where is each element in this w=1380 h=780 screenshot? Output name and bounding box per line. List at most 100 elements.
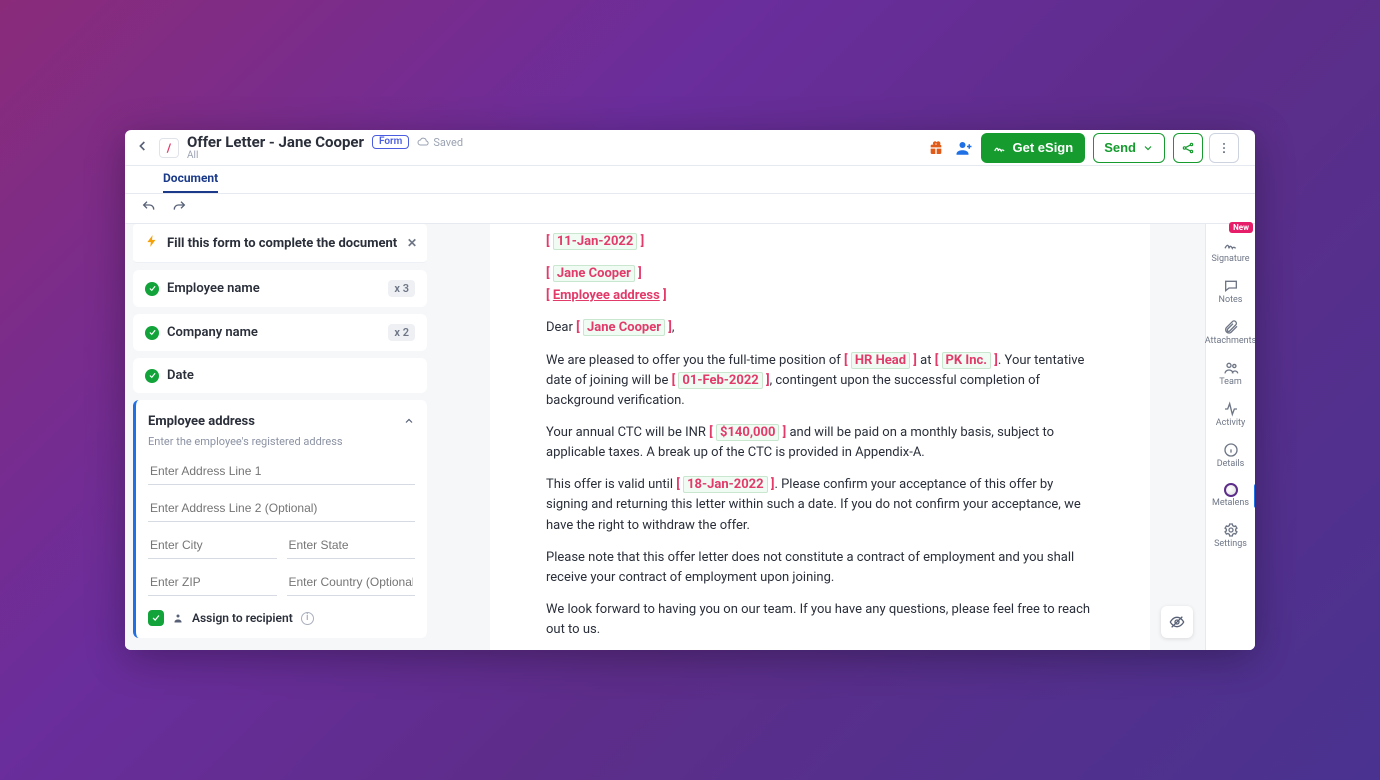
address-subtitle: Enter the employee's registered address [148, 435, 415, 448]
document-title: Offer Letter - Jane Cooper [187, 135, 364, 150]
right-rail: New Signature Notes Attachments Team [1205, 224, 1255, 650]
country-input[interactable] [287, 569, 416, 596]
app-header: / Offer Letter - Jane Cooper Form Saved … [125, 130, 1255, 166]
token-valid-until[interactable]: 18-Jan-2022 [683, 476, 768, 493]
gift-icon[interactable] [925, 137, 947, 159]
banner-text: Fill this form to complete the document [167, 236, 397, 251]
add-user-icon[interactable] [953, 137, 975, 159]
preview-toggle-button[interactable] [1161, 606, 1193, 638]
tab-document[interactable]: Document [163, 171, 218, 193]
rail-label: Details [1217, 459, 1245, 469]
address-card: Employee address Enter the employee's re… [133, 400, 427, 638]
back-button[interactable] [135, 138, 153, 158]
activity-icon [1223, 401, 1239, 417]
token-join-date[interactable]: 01-Feb-2022 [678, 372, 762, 389]
signature-icon [1223, 237, 1239, 253]
document-viewport[interactable]: [ 11-Jan-2022 ] [ Jane Cooper ] [ Employ… [435, 224, 1205, 650]
app-window: / Offer Letter - Jane Cooper Form Saved … [125, 130, 1255, 650]
field-date[interactable]: Date [133, 358, 427, 393]
body-text: Your annual CTC will be INR [546, 425, 709, 440]
check-icon [145, 369, 159, 383]
rail-settings[interactable]: Settings [1206, 515, 1255, 556]
rail-accent [1254, 484, 1255, 508]
gear-icon [1223, 522, 1239, 538]
token-employee-address[interactable]: Employee address [553, 288, 660, 303]
assign-row: Assign to recipient i [148, 610, 415, 626]
check-icon [145, 326, 159, 340]
token-date[interactable]: 11-Jan-2022 [553, 233, 638, 250]
signature-icon [993, 141, 1007, 155]
state-input[interactable] [287, 532, 416, 559]
info-icon[interactable]: i [301, 612, 314, 625]
redo-button[interactable] [171, 199, 187, 219]
body-text: This offer is valid until [546, 477, 676, 492]
get-esign-button[interactable]: Get eSign [981, 133, 1086, 163]
check-icon [145, 282, 159, 296]
rail-attachments[interactable]: Attachments [1206, 312, 1255, 353]
token-ctc[interactable]: $140,000 [716, 424, 779, 441]
chevron-down-icon [1142, 142, 1154, 154]
assign-checkbox[interactable] [148, 610, 164, 626]
city-input[interactable] [148, 532, 277, 559]
body-text: We are pleased to offer you the full-tim… [546, 353, 844, 368]
body-text: We look forward to having you on our tea… [546, 600, 1094, 640]
cloud-icon [417, 136, 429, 148]
rail-team[interactable]: Team [1206, 353, 1255, 394]
paperclip-icon [1223, 319, 1239, 335]
rail-activity[interactable]: Activity [1206, 394, 1255, 435]
body-text: Please note that this offer letter does … [546, 548, 1094, 588]
field-employee-name[interactable]: Employee name x 3 [133, 270, 427, 307]
token-role[interactable]: HR Head [851, 352, 910, 369]
rail-label: Signature [1211, 254, 1249, 264]
rail-label: Metalens [1212, 498, 1249, 508]
metalens-icon [1224, 483, 1238, 497]
send-button[interactable]: Send [1093, 133, 1165, 163]
send-label: Send [1104, 140, 1136, 155]
rail-details[interactable]: Details [1206, 435, 1255, 476]
toolbar [125, 194, 1255, 224]
share-icon [1181, 141, 1195, 155]
eye-off-icon [1169, 614, 1185, 630]
form-banner: Fill this form to complete the document … [133, 224, 427, 263]
zip-input[interactable] [148, 569, 277, 596]
field-label: Date [167, 368, 194, 383]
info-icon [1223, 442, 1239, 458]
field-count: x 2 [388, 324, 415, 341]
rail-signature[interactable]: Signature [1206, 230, 1255, 271]
greeting-suffix: , [672, 320, 675, 335]
more-menu-button[interactable] [1209, 133, 1239, 163]
field-count: x 3 [388, 280, 415, 297]
dots-vertical-icon [1217, 141, 1231, 155]
field-label: Employee name [167, 281, 260, 296]
address-line2-input[interactable] [148, 495, 415, 522]
rail-label: Attachments [1205, 336, 1255, 346]
address-line1-input[interactable] [148, 458, 415, 485]
form-badge: Form [372, 135, 409, 149]
new-badge: New [1229, 222, 1253, 233]
get-esign-label: Get eSign [1013, 140, 1074, 155]
collapse-button[interactable] [403, 412, 415, 431]
chevron-up-icon [403, 415, 415, 427]
share-button[interactable] [1173, 133, 1203, 163]
body-text: at [917, 353, 935, 368]
close-banner-button[interactable]: ✕ [407, 236, 417, 250]
breadcrumb[interactable]: All [187, 151, 463, 161]
team-icon [1223, 360, 1239, 376]
greeting-prefix: Dear [546, 320, 576, 335]
field-label: Company name [167, 325, 258, 340]
form-sidebar: Fill this form to complete the document … [125, 224, 435, 650]
token-company[interactable]: PK Inc. [942, 352, 992, 369]
token-name-2[interactable]: Jane Cooper [583, 319, 665, 336]
field-company-name[interactable]: Company name x 2 [133, 314, 427, 351]
document-icon: / [159, 138, 179, 158]
title-block: Offer Letter - Jane Cooper Form Saved Al… [187, 135, 463, 161]
undo-button[interactable] [141, 199, 157, 219]
person-icon [172, 612, 184, 624]
rail-label: Settings [1214, 539, 1247, 549]
saved-label: Saved [433, 137, 463, 148]
token-name[interactable]: Jane Cooper [553, 265, 635, 282]
saved-status: Saved [417, 136, 463, 148]
rail-notes[interactable]: Notes [1206, 271, 1255, 312]
rail-metalens[interactable]: Metalens [1206, 476, 1255, 515]
rail-label: Notes [1219, 295, 1243, 305]
